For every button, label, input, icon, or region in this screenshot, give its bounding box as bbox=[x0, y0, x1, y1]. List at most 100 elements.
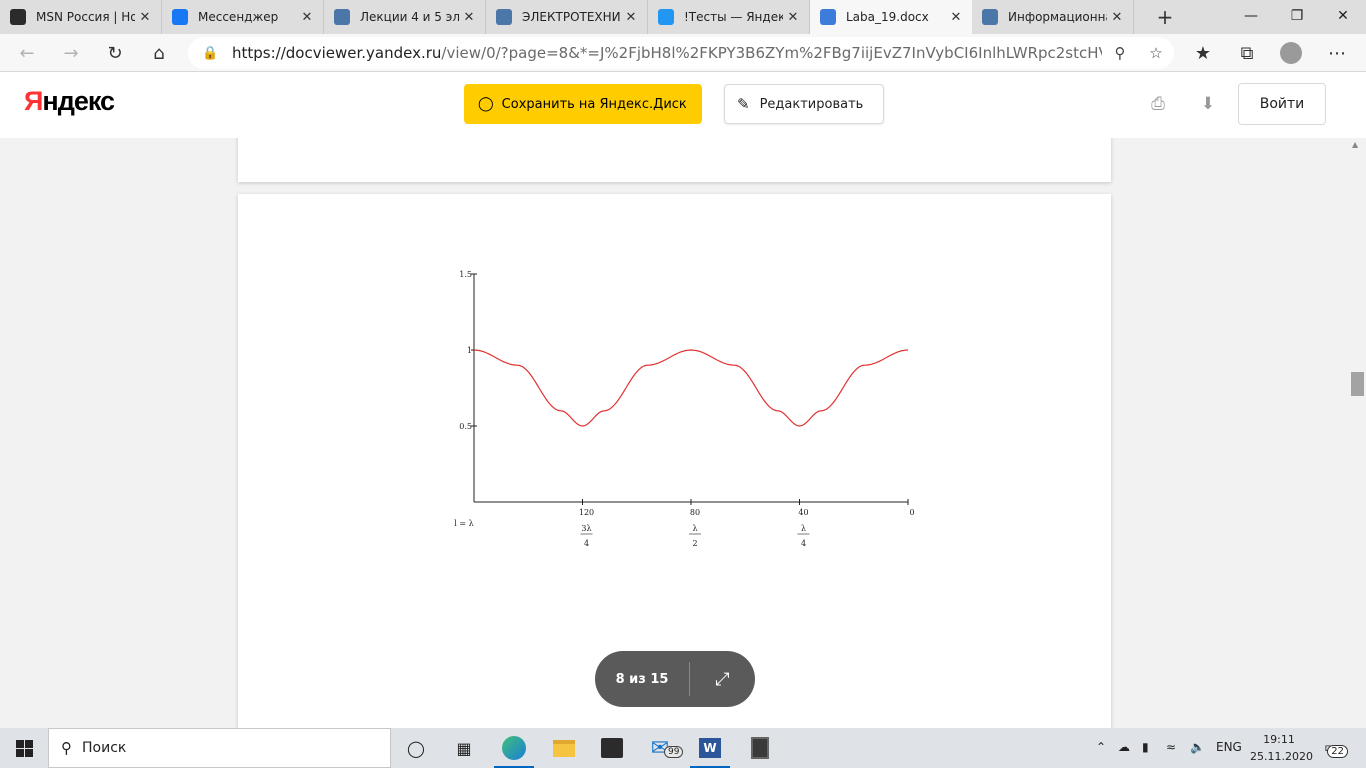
wifi-icon[interactable]: ≈ bbox=[1166, 740, 1176, 754]
tab-title: MSN Россия | Новости bbox=[36, 10, 135, 24]
browser-tab[interactable]: Информационная✕ bbox=[972, 0, 1134, 34]
search-label: Поиск bbox=[82, 740, 127, 756]
favorite-star-icon[interactable]: ☆ bbox=[1138, 44, 1174, 62]
profile-avatar[interactable] bbox=[1276, 38, 1306, 68]
tab-title: !Тесты — Яндекс.Диск bbox=[684, 10, 783, 24]
tab-close-icon[interactable]: ✕ bbox=[783, 7, 803, 27]
taskbar-search[interactable]: ⚲ Поиск bbox=[48, 728, 391, 768]
tray-up-chevron-icon[interactable]: ⌃ bbox=[1096, 740, 1106, 754]
tab-close-icon[interactable]: ✕ bbox=[621, 7, 641, 27]
messenger-icon bbox=[172, 9, 188, 25]
x-tick-label: 120 bbox=[579, 508, 594, 517]
language-indicator[interactable]: ENG bbox=[1216, 740, 1242, 754]
print-icon[interactable]: ⎙ bbox=[1146, 92, 1170, 116]
back-icon[interactable]: ← bbox=[12, 38, 42, 68]
calculator-icon[interactable] bbox=[736, 728, 784, 768]
tab-title: Информационная bbox=[1008, 10, 1107, 24]
favorites-icon[interactable]: ★ bbox=[1188, 38, 1218, 68]
save-to-disk-button[interactable]: ◯ Сохранить на Яндекс.Диск bbox=[464, 84, 702, 124]
page-counter[interactable]: 8 из 15 bbox=[595, 672, 689, 687]
zoom-icon[interactable]: ⚲ bbox=[1102, 44, 1138, 62]
search-icon: ⚲ bbox=[61, 739, 72, 757]
yandex-logo[interactable]: Яндекс bbox=[24, 86, 115, 117]
x-tick-label: 40 bbox=[798, 508, 808, 517]
pencil-icon: ✎ bbox=[737, 95, 750, 113]
cortana-icon[interactable]: ◯ bbox=[392, 728, 440, 768]
url-text[interactable]: https://docviewer.yandex.ru/view/0/?page… bbox=[232, 44, 1102, 62]
edit-button-label: Редактировать bbox=[759, 96, 864, 112]
corner-label: l = λ bbox=[454, 519, 473, 528]
scrollbar-thumb[interactable] bbox=[1351, 372, 1364, 396]
file-explorer-icon[interactable] bbox=[540, 728, 588, 768]
store-icon[interactable] bbox=[588, 728, 636, 768]
disk-icon: ◯ bbox=[478, 96, 494, 112]
document-page-current: 1.5 1 0.5 120 3λ 4 80 λ 2 40 λ 4 0 l = λ bbox=[238, 194, 1111, 728]
yandex-logo-rest: ндекс bbox=[42, 86, 115, 116]
browser-tab[interactable]: !Тесты — Яндекс.Диск✕ bbox=[648, 0, 810, 34]
url-host: https://docviewer.yandex.ru bbox=[232, 44, 442, 62]
notification-count: 22 bbox=[1327, 745, 1348, 758]
download-icon[interactable]: ⬇ bbox=[1196, 92, 1220, 116]
scroll-up-icon[interactable]: ▲ bbox=[1352, 140, 1358, 149]
tab-close-icon[interactable]: ✕ bbox=[297, 7, 317, 27]
collections-icon[interactable]: ⧉ bbox=[1232, 38, 1262, 68]
fullscreen-icon[interactable]: ⤢ bbox=[690, 669, 755, 690]
yandex-logo-first: Я bbox=[24, 86, 43, 116]
new-tab-button[interactable]: + bbox=[1152, 4, 1178, 30]
browser-tab[interactable]: ЭЛЕКТРОТЕХНИКА✕ bbox=[486, 0, 648, 34]
x-tick-fraction-den: 4 bbox=[584, 539, 589, 548]
forward-icon[interactable]: → bbox=[56, 38, 86, 68]
word-icon[interactable]: W bbox=[686, 728, 734, 768]
close-window-button[interactable]: ✕ bbox=[1320, 0, 1366, 32]
x-tick-fraction-num: λ bbox=[801, 524, 806, 533]
more-menu-icon[interactable]: ⋯ bbox=[1322, 38, 1352, 68]
browser-toolbar: ← → ↻ ⌂ 🔒 https://docviewer.yandex.ru/vi… bbox=[0, 34, 1366, 72]
mail-badge: 99 bbox=[664, 746, 684, 758]
notification-center-icon[interactable]: ▭ 22 bbox=[1324, 738, 1348, 758]
tab-close-icon[interactable]: ✕ bbox=[135, 7, 155, 27]
x-tick-fraction-num: λ bbox=[692, 524, 697, 533]
save-button-label: Сохранить на Яндекс.Диск bbox=[501, 96, 687, 112]
browser-tab[interactable]: Лекции 4 и 5 электротехника✕ bbox=[324, 0, 486, 34]
maximize-button[interactable]: ❐ bbox=[1274, 0, 1320, 32]
vk-icon bbox=[496, 9, 512, 25]
standing-wave-chart: 1.510.51203λ480λ240λ40l = λ bbox=[454, 270, 914, 548]
tab-title: Мессенджер bbox=[198, 10, 279, 24]
battery-icon[interactable]: ▮ bbox=[1142, 740, 1149, 754]
x-tick-fraction-den: 2 bbox=[692, 539, 697, 548]
volume-icon[interactable]: 🔈 bbox=[1190, 740, 1205, 754]
series-line bbox=[473, 349, 909, 427]
tab-close-icon[interactable]: ✕ bbox=[946, 7, 966, 27]
y-tick-label: 0.5 bbox=[459, 422, 472, 431]
browser-tab[interactable]: Мессенджер ✕ bbox=[162, 0, 324, 34]
url-path: /view/0/?page=8&*=J%2FjbH8l%2FKPY3B6ZYm%… bbox=[441, 44, 1102, 62]
tab-close-icon[interactable]: ✕ bbox=[459, 7, 479, 27]
start-button[interactable] bbox=[0, 728, 48, 768]
x-tick-fraction-num: 3λ bbox=[581, 524, 591, 533]
edit-button[interactable]: ✎ Редактировать bbox=[724, 84, 884, 124]
home-icon[interactable]: ⌂ bbox=[144, 38, 174, 68]
clock-time: 19:11 bbox=[1263, 733, 1295, 746]
yandex-header: Яндекс ◯ Сохранить на Яндекс.Диск ✎ Реда… bbox=[0, 72, 1366, 138]
document-viewer[interactable]: 1.5 1 0.5 120 3λ 4 80 λ 2 40 λ 4 0 l = λ bbox=[0, 138, 1366, 728]
scrollbar-track[interactable] bbox=[1349, 138, 1366, 728]
browser-tab[interactable]: MSN Россия | Новости✕ bbox=[0, 0, 162, 34]
vk-icon bbox=[334, 9, 350, 25]
task-view-icon[interactable]: ▦ bbox=[440, 728, 488, 768]
refresh-icon[interactable]: ↻ bbox=[100, 38, 130, 68]
tab-close-icon[interactable]: ✕ bbox=[1107, 7, 1127, 27]
mail-icon[interactable]: ✉ 99 bbox=[636, 728, 684, 768]
onedrive-icon[interactable]: ☁ bbox=[1118, 740, 1130, 754]
x-tick-label: 0 bbox=[909, 508, 914, 517]
edge-browser-icon[interactable] bbox=[490, 728, 538, 768]
document-icon bbox=[820, 9, 836, 25]
taskbar-clock[interactable]: 19:11 25.11.2020 bbox=[1250, 731, 1313, 765]
lock-icon[interactable]: 🔒 bbox=[202, 46, 220, 61]
browser-tab[interactable]: Laba_19.docx ✕ bbox=[810, 0, 972, 34]
minimize-button[interactable]: — bbox=[1228, 0, 1274, 32]
address-bar[interactable]: 🔒 https://docviewer.yandex.ru/view/0/?pa… bbox=[188, 37, 1174, 69]
yandex-disk-icon bbox=[658, 9, 674, 25]
login-button[interactable]: Войти bbox=[1238, 83, 1326, 125]
y-tick-label: 1 bbox=[467, 346, 472, 355]
windows-taskbar: ⚲ Поиск ◯ ▦ ✉ 99 W ⌃ ☁ ▮ ≈ 🔈 ENG 19:11 2… bbox=[0, 728, 1366, 768]
